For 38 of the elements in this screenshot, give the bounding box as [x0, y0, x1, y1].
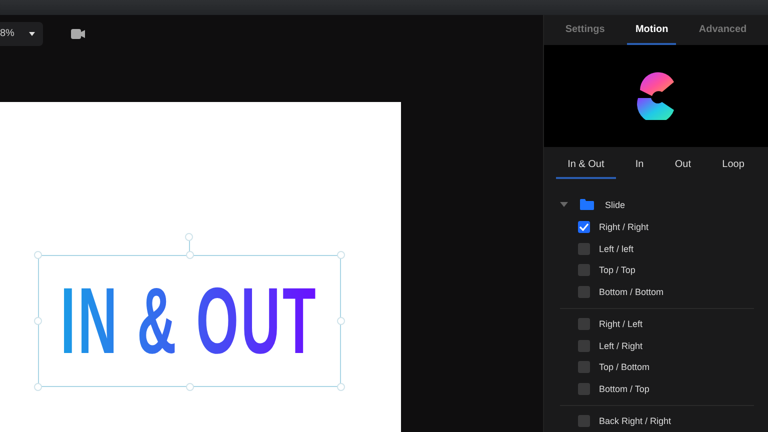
option-label: Right / Left	[599, 319, 643, 330]
animation-tab[interactable]: In	[623, 152, 656, 178]
resize-handle[interactable]	[34, 317, 42, 325]
animation-tab[interactable]: Loop	[710, 152, 756, 178]
caret-icon	[29, 32, 35, 36]
group-label: Slide	[605, 200, 626, 210]
zoom-dropdown[interactable]: 8%	[0, 22, 43, 46]
option-label: Left / Right	[599, 340, 643, 351]
caret-icon[interactable]	[560, 202, 568, 207]
folder-icon	[580, 199, 594, 210]
resize-handle[interactable]	[337, 317, 345, 325]
option-label: Right / Right	[599, 222, 649, 232]
checkbox[interactable]	[578, 318, 590, 330]
checkbox[interactable]	[578, 382, 590, 395]
resize-handle[interactable]	[186, 251, 194, 259]
option-label: Top / Top	[599, 265, 636, 276]
panel-tab[interactable]: Settings	[557, 15, 613, 46]
option-label: Top / Bottom	[599, 362, 650, 372]
checkbox[interactable]	[578, 242, 590, 255]
resize-handle[interactable]	[34, 383, 42, 391]
animation-tab[interactable]: In & Out	[556, 152, 616, 178]
resize-handle[interactable]	[337, 383, 345, 391]
option-label: Bottom / Bottom	[599, 286, 664, 297]
option-label: Left / left	[599, 244, 634, 254]
animation-tab[interactable]: Out	[662, 152, 703, 178]
resize-handle[interactable]	[186, 383, 194, 391]
panel-tab[interactable]: Advanced	[690, 15, 755, 46]
checkbox[interactable]	[578, 415, 590, 428]
option-label: Bottom / Top	[599, 384, 650, 394]
resize-handle[interactable]	[337, 251, 345, 259]
checkbox[interactable]	[578, 286, 590, 298]
checkbox[interactable]	[578, 340, 590, 352]
checkbox[interactable]	[578, 361, 590, 374]
video-camera-icon[interactable]	[71, 28, 85, 38]
resize-handle[interactable]	[34, 251, 42, 259]
option-label: Back Right / Right	[599, 416, 672, 426]
checkbox[interactable]	[578, 264, 590, 276]
checkbox[interactable]	[578, 221, 590, 234]
